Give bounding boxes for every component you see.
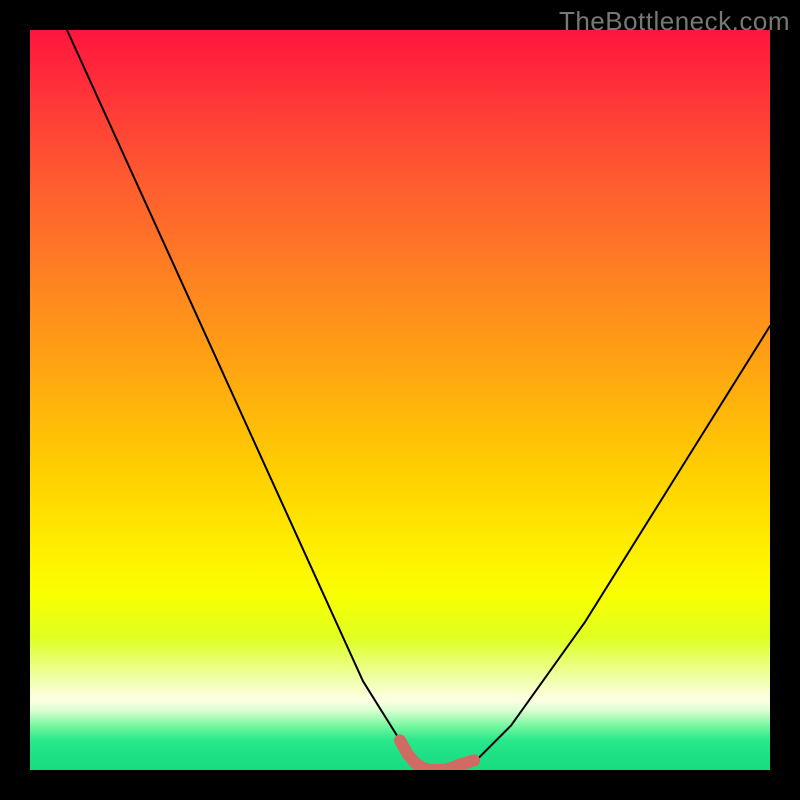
bottleneck-curve bbox=[67, 30, 770, 770]
plot-area bbox=[30, 30, 770, 770]
curve-svg bbox=[30, 30, 770, 770]
chart-stage: TheBottleneck.com bbox=[0, 0, 800, 800]
watermark-text: TheBottleneck.com bbox=[559, 6, 790, 37]
optimal-zone bbox=[400, 740, 474, 770]
